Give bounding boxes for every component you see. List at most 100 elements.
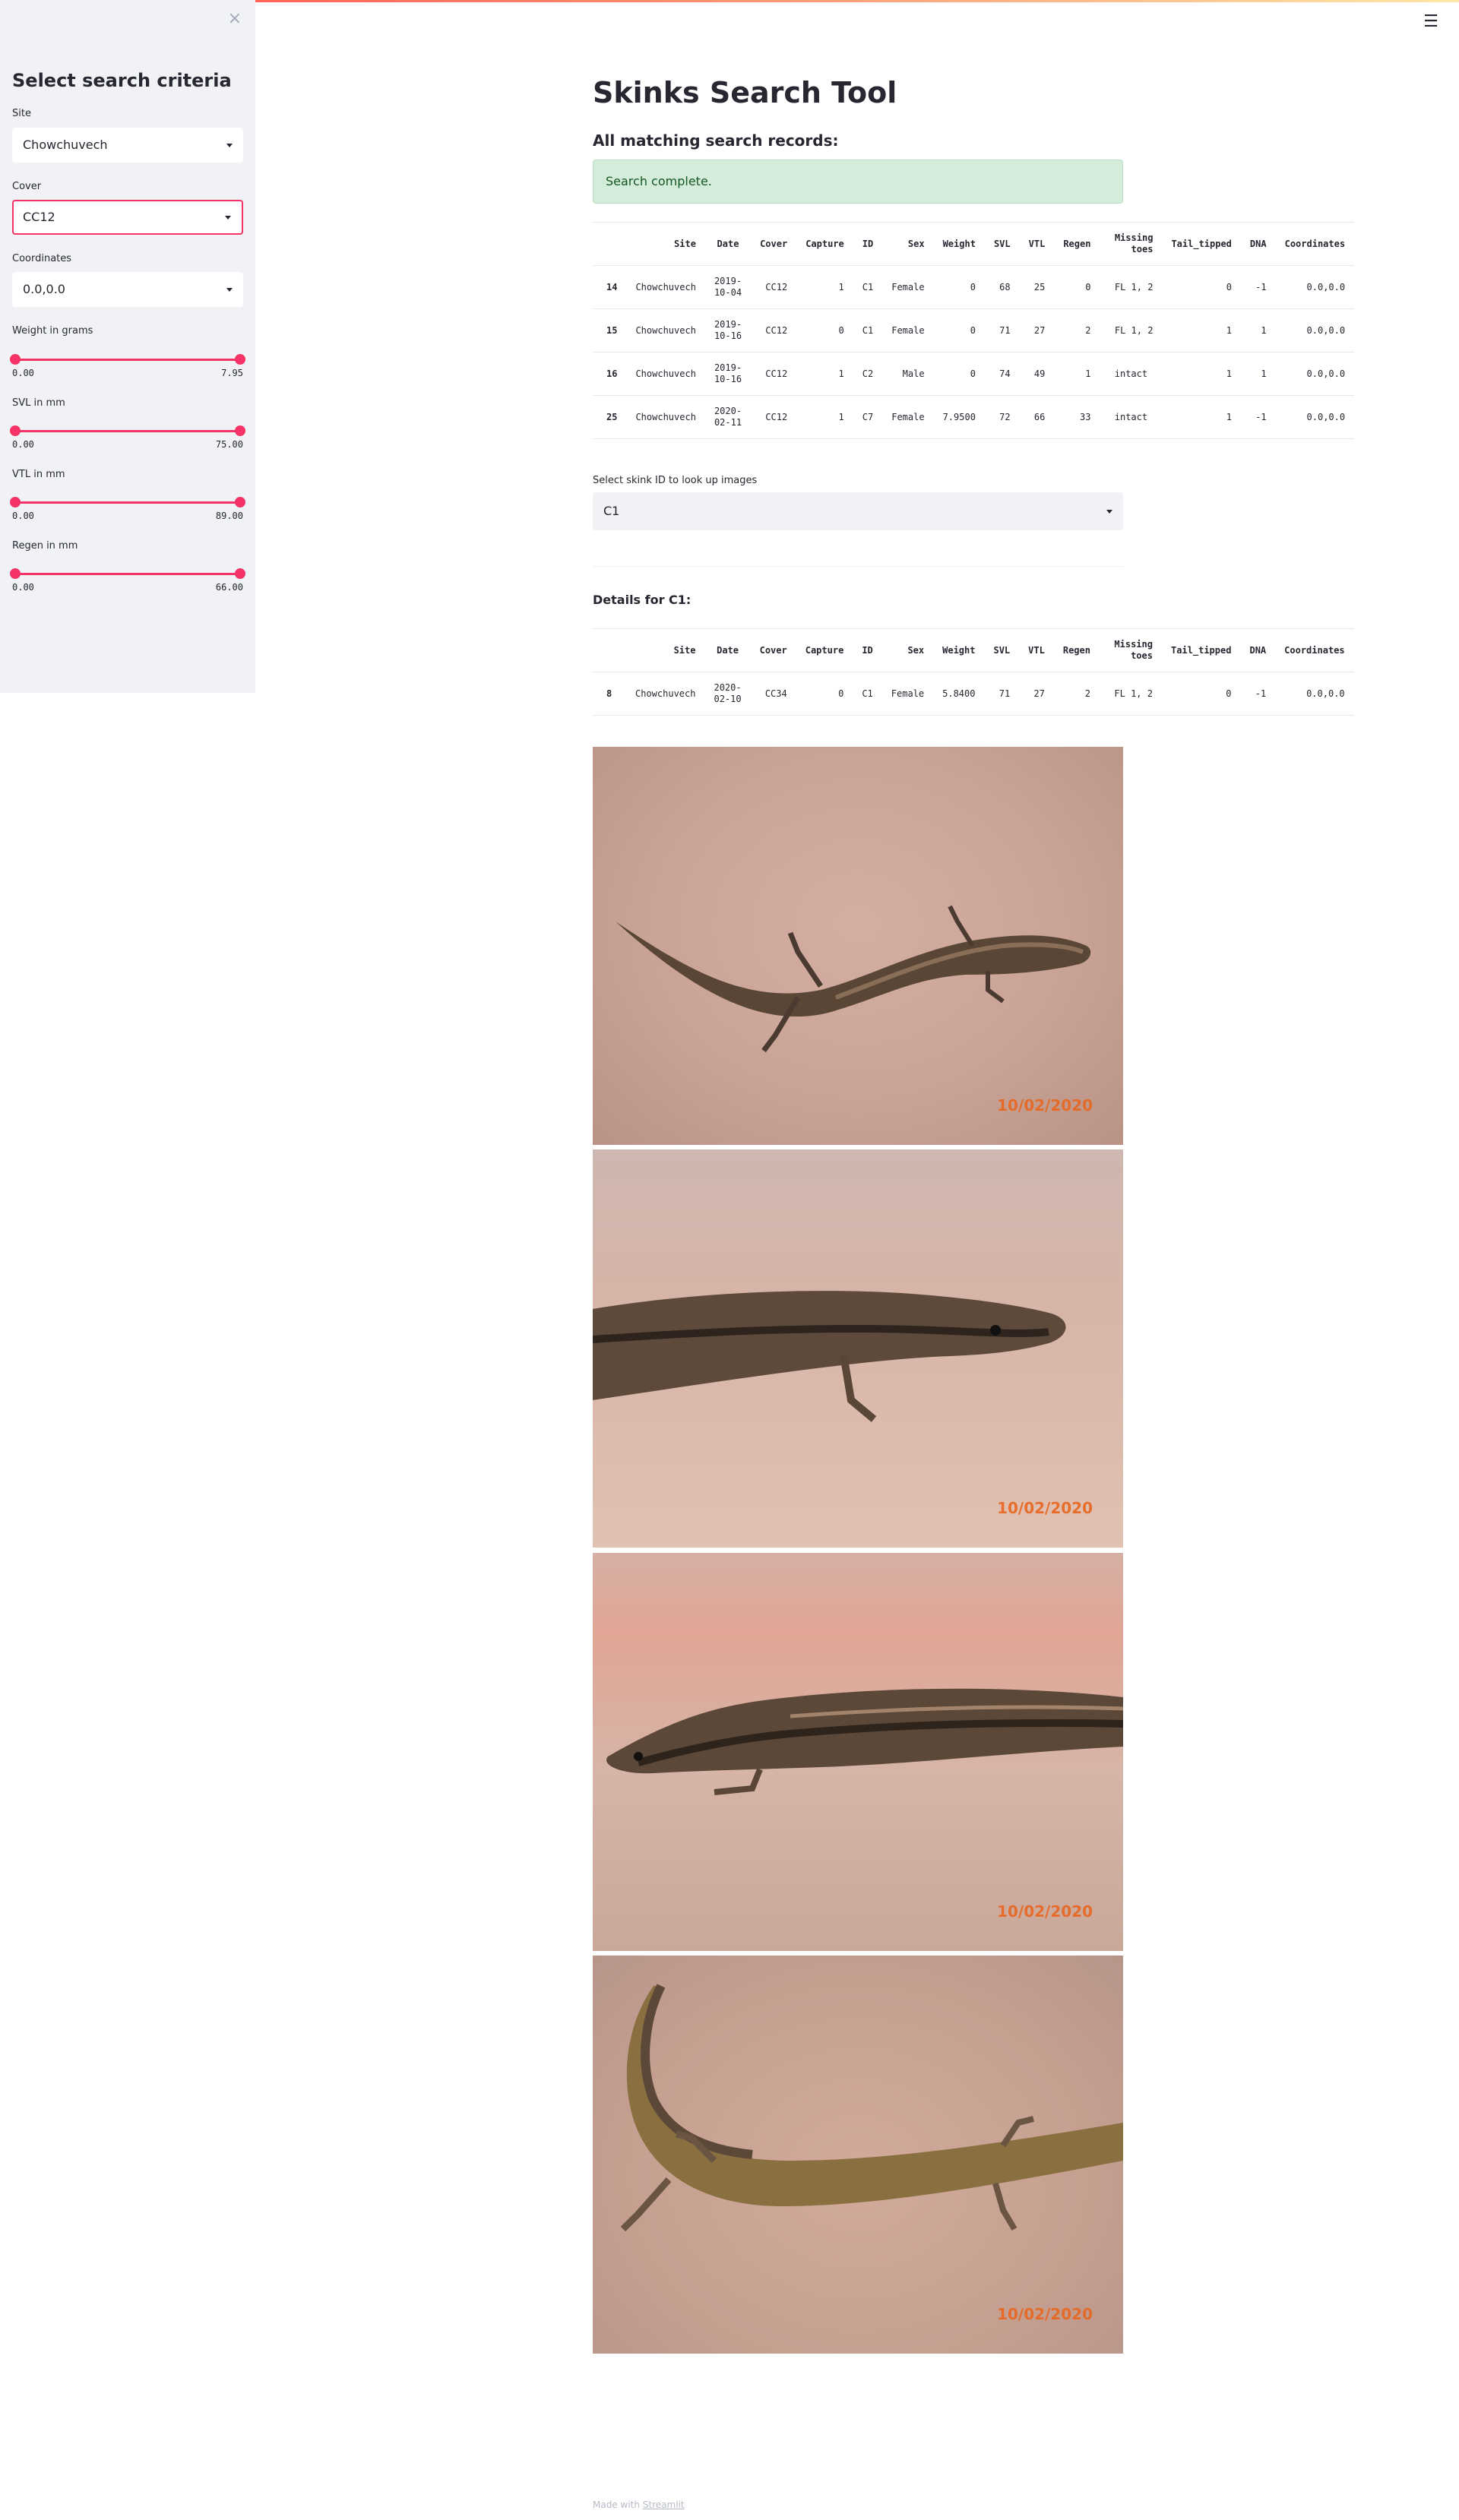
footer: Made with Streamlit <box>593 2499 685 2510</box>
slider-track <box>12 501 243 504</box>
column-header: Weight <box>933 222 985 266</box>
cell-coordinates: 0.0,0.0 <box>1275 395 1355 439</box>
cell-sex: Female <box>882 395 934 439</box>
cell-sex: Male <box>882 352 934 396</box>
cell-site: Chowchuvech <box>626 308 705 353</box>
slider-track <box>12 430 243 432</box>
row-index: 8 <box>593 672 626 716</box>
menu-icon[interactable]: ☰ <box>1419 11 1442 33</box>
details-heading: Details for C1: <box>593 593 692 607</box>
chevron-down-icon <box>225 216 231 220</box>
slider-min-value: 0.00 <box>12 511 34 521</box>
cell-tail-tipped: 1 <box>1162 395 1241 439</box>
skink-illustration <box>620 1984 1123 2232</box>
slider-min-handle[interactable] <box>10 568 21 579</box>
cell-weight: 5.8400 <box>933 672 985 716</box>
vtl-range-slider[interactable] <box>10 495 245 510</box>
svl-range-slider[interactable] <box>10 423 245 438</box>
table-row: 15 Chowchuvech 2019-10-16 CC12 0 C1 Fema… <box>593 308 1355 353</box>
footer-prefix: Made with <box>593 2499 640 2510</box>
cell-regen: 33 <box>1054 395 1100 439</box>
cell-dna: -1 <box>1240 265 1276 309</box>
lookup-label: Select skink ID to look up images <box>593 475 758 486</box>
cell-site: Chowchuvech <box>626 352 705 396</box>
cell-missing-toes: FL 1, 2 <box>1100 308 1163 353</box>
regen-slider-label: Regen in mm <box>12 540 78 552</box>
photo-date-stamp: 10/02/2020 <box>997 2305 1093 2323</box>
svl-slider-label: SVL in mm <box>12 397 65 409</box>
cell-site: Chowchuvech <box>626 265 705 309</box>
cell-cover: CC12 <box>751 352 797 396</box>
skink-illustration <box>606 1688 1123 1795</box>
slider-min-handle[interactable] <box>10 425 21 436</box>
slider-min-value: 0.00 <box>12 582 34 593</box>
cell-regen: 0 <box>1054 265 1100 309</box>
cell-date: 2020-02-10 <box>704 672 751 716</box>
column-header: VTL <box>1019 222 1055 266</box>
coordinates-select-value: 0.0,0.0 <box>23 282 65 296</box>
skink-id-select[interactable]: C1 <box>593 492 1123 530</box>
slider-min-handle[interactable] <box>10 497 21 507</box>
cell-sex: Female <box>882 308 934 353</box>
cell-dna: -1 <box>1240 395 1276 439</box>
cell-sex: Female <box>881 672 934 716</box>
cell-coordinates: 0.0,0.0 <box>1275 308 1355 353</box>
slider-max-value: 7.95 <box>221 368 243 378</box>
cell-coordinates: 0.0,0.0 <box>1275 672 1354 716</box>
cell-id: C1 <box>853 265 883 309</box>
cell-vtl: 25 <box>1019 265 1055 309</box>
slider-max-handle[interactable] <box>235 568 245 579</box>
column-header: Cover <box>750 628 796 672</box>
skink-photo: 10/02/2020 <box>593 1553 1123 1951</box>
column-header: Site <box>626 628 705 672</box>
column-header: Regen <box>1054 222 1100 266</box>
cell-weight: 0 <box>933 265 985 309</box>
table-header-row: Site Date Cover Capture ID Sex Weight SV… <box>593 222 1355 266</box>
cell-id: C1 <box>853 672 882 716</box>
column-header: Sex <box>881 628 934 672</box>
regen-range-slider[interactable] <box>10 566 245 581</box>
cell-svl: 68 <box>984 265 1020 309</box>
streamlit-link[interactable]: Streamlit <box>643 2499 685 2510</box>
cell-regen: 1 <box>1054 352 1100 396</box>
cell-svl: 71 <box>984 308 1020 353</box>
cell-regen: 2 <box>1054 308 1100 353</box>
column-header: Capture <box>796 222 853 266</box>
column-header: VTL <box>1019 628 1054 672</box>
cell-tail-tipped: 1 <box>1162 352 1241 396</box>
table-row: 8 Chowchuvech 2020-02-10 CC34 0 C1 Femal… <box>593 672 1354 716</box>
table-row: 25 Chowchuvech 2020-02-11 CC12 1 C7 Fema… <box>593 395 1355 439</box>
site-label: Site <box>12 108 31 119</box>
cell-capture: 1 <box>796 265 853 309</box>
table-row: 16 Chowchuvech 2019-10-16 CC12 1 C2 Male… <box>593 352 1355 396</box>
cell-cover: CC34 <box>750 672 796 716</box>
slider-track <box>12 573 243 575</box>
slider-min-handle[interactable] <box>10 354 21 365</box>
close-sidebar-icon[interactable]: × <box>228 9 242 28</box>
column-header: Coordinates <box>1275 222 1355 266</box>
site-select[interactable]: Chowchuvech <box>12 128 243 163</box>
column-header: Date <box>704 628 751 672</box>
cell-tail-tipped: 1 <box>1162 308 1241 353</box>
table-row: 14 Chowchuvech 2019-10-04 CC12 1 C1 Fema… <box>593 265 1355 309</box>
sidebar: × Select search criteria Site Chowchuvec… <box>0 0 255 693</box>
cell-date: 2019-10-04 <box>704 265 752 309</box>
slider-max-value: 89.00 <box>215 511 243 521</box>
slider-max-handle[interactable] <box>235 497 245 507</box>
slider-max-handle[interactable] <box>235 425 245 436</box>
column-header: ID <box>853 222 883 266</box>
slider-max-handle[interactable] <box>235 354 245 365</box>
chevron-down-icon <box>226 144 233 147</box>
table-header-row: Site Date Cover Capture ID Sex Weight SV… <box>593 628 1354 672</box>
chevron-down-icon <box>226 288 233 292</box>
column-header: Sex <box>882 222 934 266</box>
cell-dna: 1 <box>1240 308 1276 353</box>
row-index: 15 <box>593 308 627 353</box>
cell-date: 2020-02-11 <box>704 395 752 439</box>
cell-capture: 0 <box>796 672 853 716</box>
index-header <box>593 222 627 266</box>
cover-select[interactable]: CC12 <box>12 200 243 235</box>
weight-range-slider[interactable] <box>10 352 245 367</box>
coordinates-select[interactable]: 0.0,0.0 <box>12 272 243 307</box>
vtl-slider-label: VTL in mm <box>12 469 65 480</box>
